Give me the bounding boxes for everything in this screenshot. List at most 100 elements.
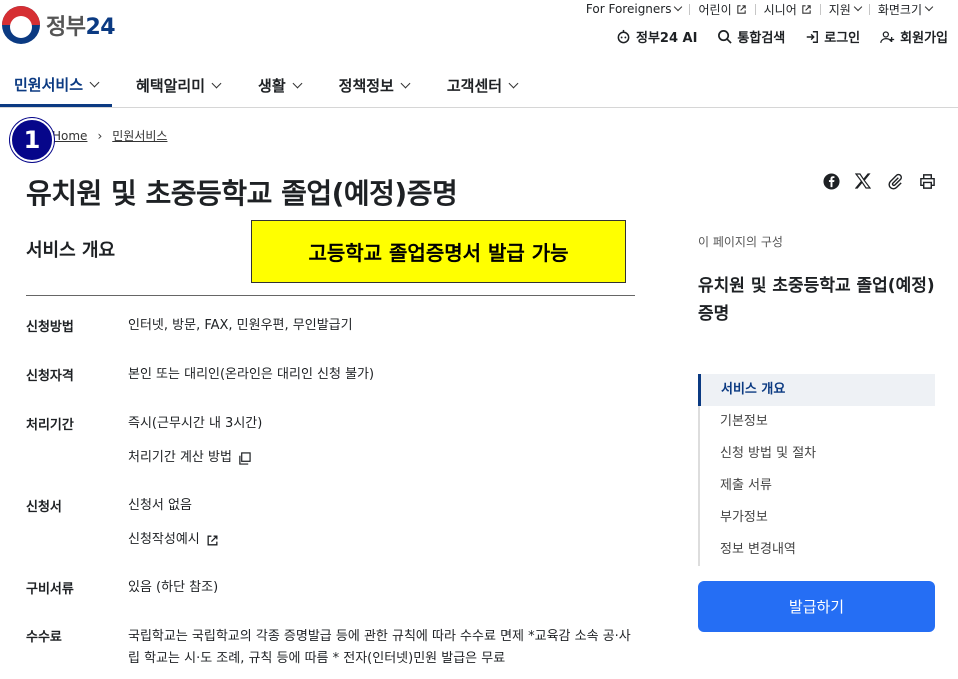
external-link-icon [736,4,746,14]
signup-label: 회원가입 [900,31,948,46]
logo-text-b: 24 [85,15,116,40]
site-logo[interactable]: 정부24 [2,6,116,44]
breadcrumb-home[interactable]: Home [52,129,87,143]
toc-item-additional-info[interactable]: 부가정보 [700,502,935,534]
kids-label: 어린이 [698,2,732,17]
logo-text: 정부24 [46,9,116,41]
top-utility-bar: For Foreigners 어린이 시니어 지원 화면크기 [578,0,940,18]
senior-link[interactable]: 시니어 [756,1,820,18]
row-value: 국립학교는 국립학교의 각종 증명발급 등에 관한 규칙에 따라 수수료 면제 … [128,629,631,666]
chevron-down-icon [400,78,411,89]
row-key: 신청서 [26,500,62,515]
toc-item-change-history[interactable]: 정보 변경내역 [700,534,935,566]
login-link[interactable]: 로그인 [805,27,860,46]
for-foreigners-menu[interactable]: For Foreigners [578,2,690,16]
highlight-callout: 고등학교 졸업증명서 발급 가능 [251,220,626,283]
table-row: 신청서 신청서 없음 신청작성예시 [26,496,636,578]
table-row: 신청자격 본인 또는 대리인(온라인은 대리인 신청 불가) [26,365,636,414]
support-label: 지원 [828,2,851,17]
gov24-ai-link[interactable]: 정부24 AI [616,27,697,46]
nav-life[interactable]: 생활 [244,64,315,107]
table-row: 구비서류 있음 (하단 참조) [26,578,636,626]
integrated-search-link[interactable]: 통합검색 [717,27,785,46]
login-label: 로그인 [824,31,861,46]
chevron-down-icon [292,78,303,89]
nav-civil-service[interactable]: 민원서비스 [0,64,113,107]
issue-button[interactable]: 발급하기 [698,581,935,632]
table-row: 신청방법 인터넷, 방문, FAX, 민원우편, 무인발급기 [26,316,636,365]
panel-label: 이 페이지의 구성 [698,235,783,249]
row-key: 구비서류 [26,582,74,597]
gov24-ai-label: 정부24 AI [635,31,698,46]
screen-size-label: 화면크기 [877,2,922,17]
toc-item-overview[interactable]: 서비스 개요 [698,374,935,406]
row-key: 신청자격 [26,369,74,384]
toc-item-method[interactable]: 신청 방법 및 절차 [700,438,935,470]
for-foreigners-label: For Foreigners [585,2,672,16]
table-row: 수수료 국립학교는 국립학교의 각종 증명발급 등에 관한 규칙에 따라 수수료… [26,626,636,679]
toc-item-basic-info[interactable]: 기본정보 [700,406,935,438]
logo-text-a: 정부 [46,15,86,40]
link-label: 신청작성예시 [128,532,200,547]
link-clip-icon[interactable] [886,172,904,190]
row-value: 즉시(근무시간 내 3시간) [128,416,263,431]
page-title: 유치원 및 초중등학교 졸업(예정)증명 [26,177,458,210]
nav-benefit-alert[interactable]: 혜택알리미 [122,64,234,107]
link-label: 처리기간 계산 방법 [128,450,232,465]
row-value: 있음 (하단 참조) [128,580,219,595]
chevron-down-icon [924,2,934,12]
main-navigation: 민원서비스 혜택알리미 생활 정책정보 고객센터 [0,64,958,108]
section-title: 서비스 개요 [26,240,116,261]
facebook-icon[interactable] [822,172,840,190]
login-icon [807,30,819,43]
breadcrumb-current[interactable]: 민원서비스 [112,127,167,144]
divider [26,295,635,296]
row-key: 수수료 [26,630,62,645]
chevron-down-icon [211,78,222,89]
chevron-down-icon [853,2,863,12]
copy-popup-icon [239,451,251,465]
screen-size-menu[interactable]: 화면크기 [870,1,940,18]
page-structure-panel: 이 페이지의 구성 유치원 및 초중등학교 졸업(예정)증명 서비스 개요 기본… [698,233,935,566]
kids-link[interactable]: 어린이 [690,1,754,18]
row-value: 인터넷, 방문, FAX, 민원우편, 무인발급기 [128,318,353,333]
nav-label: 정책정보 [338,77,394,95]
row-key: 신청방법 [26,320,74,335]
print-icon[interactable] [918,172,936,190]
row-key: 처리기간 [26,418,74,433]
nav-customer-center[interactable]: 고객센터 [433,64,531,107]
breadcrumb: Home › 민원서비스 [52,127,167,144]
external-link-icon [802,4,811,14]
step-number-badge: 1 [10,118,54,162]
panel-title: 유치원 및 초중등학교 졸업(예정)증명 [698,276,935,324]
processing-time-calc-link[interactable]: 처리기간 계산 방법 [128,448,251,468]
nav-label: 생활 [258,77,286,95]
support-menu[interactable]: 지원 [821,1,869,18]
user-plus-icon [880,30,895,43]
nav-label: 민원서비스 [14,75,84,94]
share-tools [822,172,936,190]
service-overview-table: 신청방법 인터넷, 방문, FAX, 민원우편, 무인발급기 신청자격 본인 또… [26,316,636,679]
row-value: 본인 또는 대리인(온라인은 대리인 신청 불가) [128,367,375,382]
external-link-icon [207,535,218,545]
table-row: 처리기간 즉시(근무시간 내 3시간) 처리기간 계산 방법 [26,414,636,496]
application-example-link[interactable]: 신청작성예시 [128,530,219,550]
search-label: 통합검색 [737,31,786,46]
nav-label: 고객센터 [446,77,503,95]
chevron-down-icon [674,2,683,12]
x-twitter-icon[interactable] [854,172,872,190]
table-of-contents: 서비스 개요 기본정보 신청 방법 및 절차 제출 서류 부가정보 정보 변경내… [698,374,935,566]
search-icon [718,30,733,44]
toc-item-documents[interactable]: 제출 서류 [700,470,935,502]
nav-policy-info[interactable]: 정책정보 [325,64,423,107]
chevron-down-icon [89,77,100,87]
breadcrumb-chevron-icon: › [97,128,103,143]
chevron-down-icon [508,78,519,89]
header-utility-links: 정부24 AI 통합검색 로그인 회원가입 [616,27,948,46]
government-emblem-icon [2,6,40,44]
senior-label: 시니어 [763,2,797,17]
ai-robot-icon [617,29,630,44]
signup-link[interactable]: 회원가입 [880,27,948,46]
row-value: 신청서 없음 [128,498,192,513]
nav-label: 혜택알리미 [136,77,206,95]
